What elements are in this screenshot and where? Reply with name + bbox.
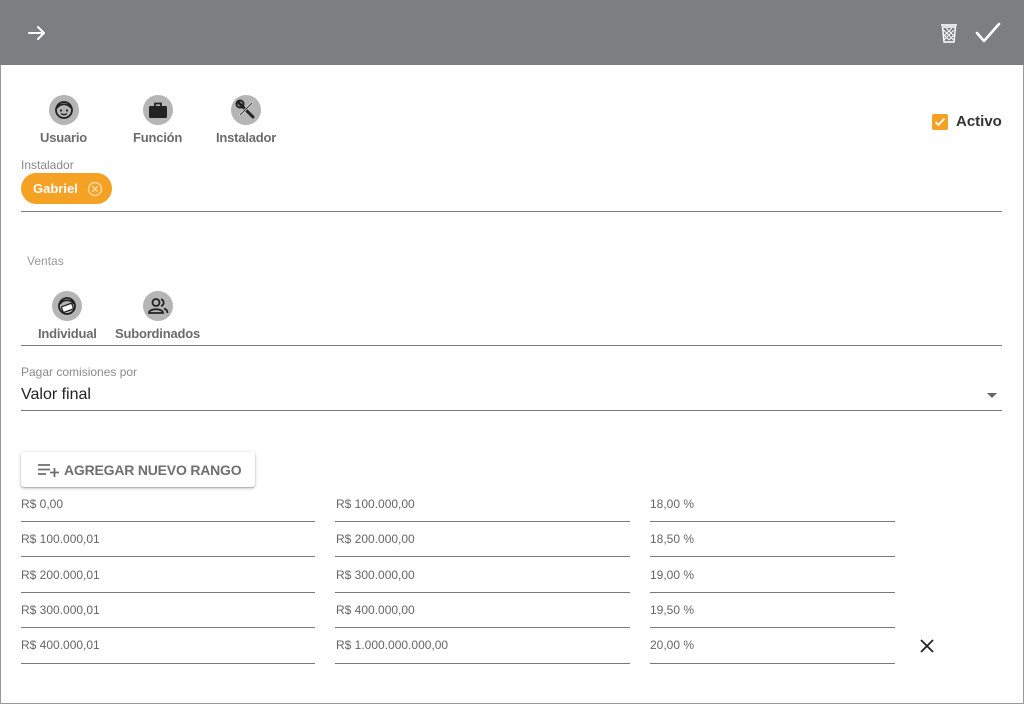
commission-field-label: Pagar comisiones por — [21, 365, 138, 379]
commission-select-value[interactable]: Valor final — [21, 386, 91, 404]
field-underline — [650, 627, 895, 628]
field-underline — [21, 627, 315, 628]
range-from-input[interactable]: R$ 100.000,01 — [21, 532, 100, 546]
option-label: Función — [133, 130, 183, 145]
checkbox-checked-icon — [932, 113, 948, 130]
range-to-input[interactable]: R$ 100.000,00 — [336, 497, 415, 511]
chip-label: Gabriel — [33, 181, 78, 196]
ventas-label: Ventas — [27, 254, 64, 268]
field-underline — [650, 592, 895, 593]
add-range-button[interactable]: AGREGAR NUEVO RANGO — [21, 452, 255, 487]
field-underline — [335, 556, 630, 557]
option-subordinados[interactable]: Subordinados — [115, 291, 200, 341]
field-underline — [335, 521, 630, 522]
range-percent-input[interactable]: 19,50 % — [650, 603, 694, 617]
field-underline — [650, 556, 895, 557]
option-label: Subordinados — [115, 326, 200, 341]
option-label: Usuario — [40, 130, 88, 145]
installer-field-label: Instalador — [21, 158, 74, 172]
arrow-right-icon[interactable] — [22, 18, 52, 48]
user-face-icon — [48, 95, 79, 125]
activo-checkbox[interactable]: Activo — [932, 113, 1002, 130]
range-to-input[interactable]: R$ 1.000.000.000,00 — [336, 638, 448, 652]
range-from-input[interactable]: R$ 300.000,01 — [21, 603, 100, 617]
briefcase-icon — [142, 95, 173, 125]
range-to-input[interactable]: R$ 200.000,00 — [336, 532, 415, 546]
option-individual[interactable]: Individual — [38, 291, 97, 341]
people-icon — [142, 291, 173, 321]
add-range-label: AGREGAR NUEVO RANGO — [64, 461, 242, 478]
range-percent-input[interactable]: 18,00 % — [650, 497, 694, 511]
option-usuario[interactable]: Usuario — [40, 95, 87, 145]
remove-chip-icon[interactable] — [87, 181, 103, 197]
range-percent-input[interactable]: 18,50 % — [650, 532, 694, 546]
wrench-screwdriver-icon — [231, 95, 262, 125]
activo-label: Activo — [956, 113, 1002, 130]
field-underline — [21, 521, 315, 522]
ventas-underline — [21, 345, 1002, 346]
top-bar — [0, 0, 1024, 65]
range-percent-input[interactable]: 20,00 % — [650, 638, 694, 652]
option-label: Individual — [38, 326, 97, 341]
range-from-input[interactable]: R$ 0,00 — [21, 497, 63, 511]
range-from-input[interactable]: R$ 400.000,01 — [21, 638, 100, 652]
range-percent-input[interactable]: 19,00 % — [650, 568, 694, 582]
field-underline — [335, 592, 630, 593]
option-instalador[interactable]: Instalador — [216, 95, 276, 145]
range-to-input[interactable]: R$ 300.000,00 — [336, 568, 415, 582]
option-funcion[interactable]: Función — [133, 95, 182, 145]
field-underline — [650, 663, 895, 664]
field-underline — [21, 663, 315, 664]
salesperson-icon — [52, 291, 83, 321]
dropdown-arrow-icon[interactable] — [987, 393, 997, 398]
close-icon[interactable] — [918, 637, 936, 655]
installer-field-underline — [21, 211, 1002, 212]
range-to-input[interactable]: R$ 400.000,00 — [336, 603, 415, 617]
trash-icon[interactable] — [934, 18, 964, 48]
field-underline — [21, 556, 315, 557]
range-from-input[interactable]: R$ 200.000,01 — [21, 568, 100, 582]
field-underline — [21, 592, 315, 593]
field-underline — [335, 663, 630, 664]
installer-chip: Gabriel — [21, 173, 112, 204]
check-icon[interactable] — [973, 18, 1003, 48]
playlist-add-icon — [38, 463, 59, 477]
field-underline — [335, 627, 630, 628]
commission-select-underline — [21, 410, 1002, 411]
option-label: Instalador — [216, 130, 277, 145]
field-underline — [650, 521, 895, 522]
